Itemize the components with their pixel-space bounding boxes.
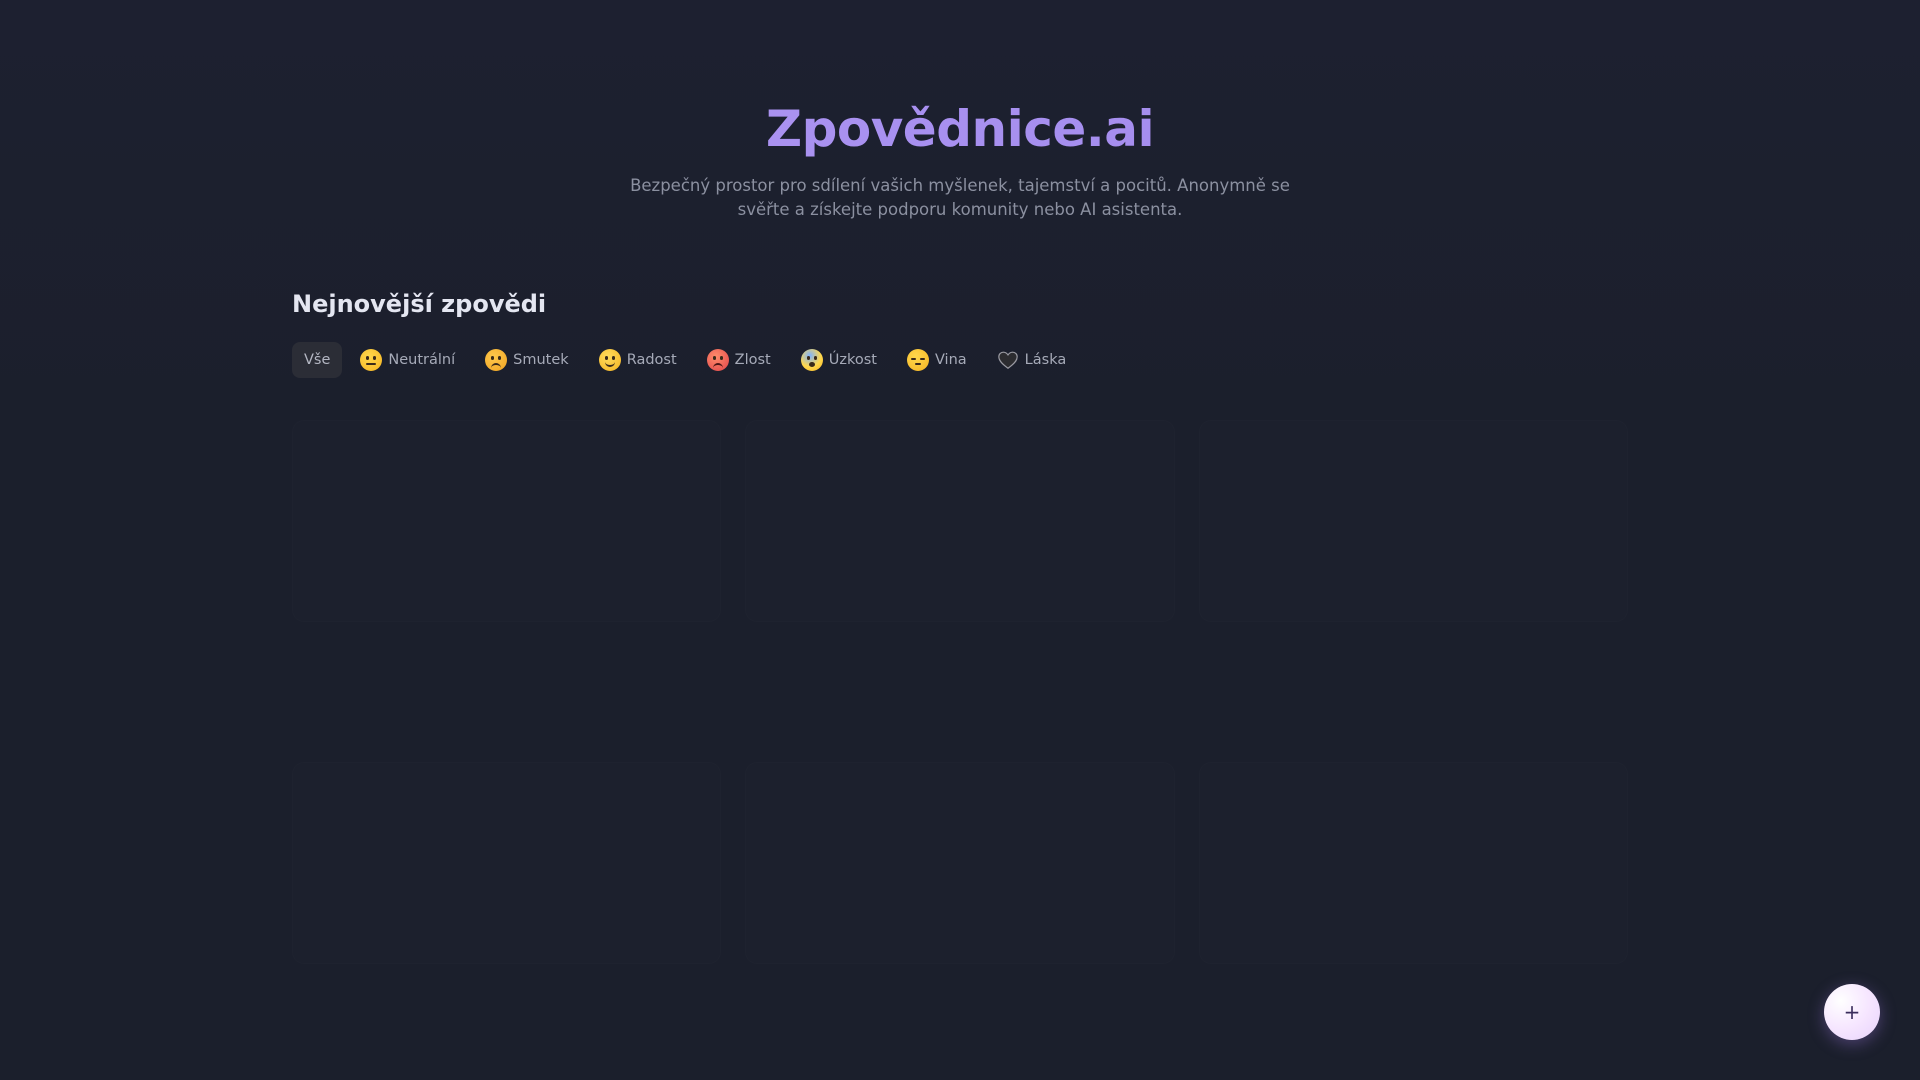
filter-label: Radost bbox=[626, 352, 677, 368]
happy-face-icon bbox=[598, 349, 621, 371]
filter-love[interactable]: Láska bbox=[985, 342, 1079, 378]
app-logo[interactable]: Zpovědnice.ai bbox=[0, 96, 1920, 162]
filter-label: Láska bbox=[1024, 352, 1067, 368]
plus-icon: + bbox=[1843, 1000, 1861, 1024]
filter-label: Úzkost bbox=[828, 352, 877, 368]
anxious-face-icon bbox=[800, 349, 823, 371]
page: Zpovědnice.ai Bezpečný prostor pro sdíle… bbox=[0, 0, 1920, 1080]
filter-anxiety[interactable]: Úzkost bbox=[789, 342, 889, 378]
filter-neutral[interactable]: Neutrální bbox=[348, 342, 467, 378]
confession-card-placeholder bbox=[292, 420, 721, 622]
section-title: Nejnovější zpovědi bbox=[292, 290, 547, 318]
filter-label: Vina bbox=[934, 352, 967, 368]
confession-card-placeholder bbox=[745, 762, 1174, 964]
filter-anger[interactable]: Zlost bbox=[695, 342, 783, 378]
confession-card-placeholder bbox=[292, 762, 721, 964]
confessions-loading-grid bbox=[292, 420, 1628, 1080]
pensive-face-icon bbox=[906, 349, 929, 371]
filter-guilt[interactable]: Vina bbox=[895, 342, 979, 378]
filter-label: Zlost bbox=[734, 352, 771, 368]
emotion-filter-bar: Vše Neutrální Smutek Radost Zlost Úzkost bbox=[292, 342, 1628, 378]
filter-label: Vše bbox=[304, 352, 331, 368]
black-heart-icon bbox=[997, 351, 1018, 369]
filter-joy[interactable]: Radost bbox=[587, 342, 689, 378]
filter-all[interactable]: Vše bbox=[292, 342, 343, 378]
confession-card-placeholder bbox=[745, 420, 1174, 622]
angry-face-icon bbox=[706, 349, 729, 371]
main-content: Nejnovější zpovědi Vše Neutrální Smutek … bbox=[292, 286, 1628, 378]
filter-label: Neutrální bbox=[388, 352, 456, 368]
hero-header: Zpovědnice.ai Bezpečný prostor pro sdíle… bbox=[0, 0, 1920, 222]
confession-card-placeholder bbox=[1199, 762, 1628, 964]
filter-sadness[interactable]: Smutek bbox=[473, 342, 581, 378]
confession-card-placeholder bbox=[1199, 420, 1628, 622]
filter-label: Smutek bbox=[513, 352, 569, 368]
add-confession-button[interactable]: + bbox=[1824, 984, 1880, 1040]
sad-face-icon bbox=[485, 349, 508, 371]
tagline: Bezpečný prostor pro sdílení vašich myšl… bbox=[630, 176, 1290, 219]
neutral-face-icon bbox=[360, 349, 383, 371]
